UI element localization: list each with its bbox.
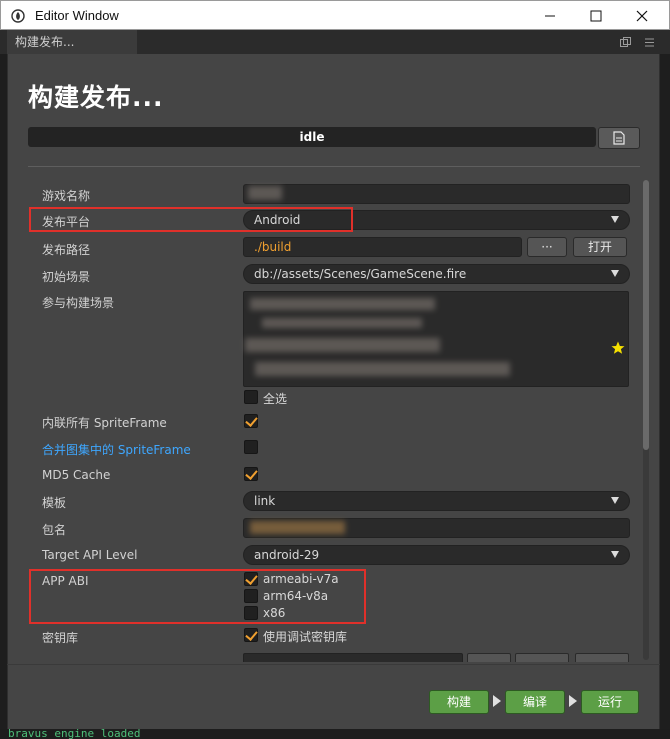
- tab-strip: 构建发布...: [0, 30, 670, 54]
- keystore-open-button[interactable]: [515, 653, 569, 662]
- keystore-path-row: [29, 652, 641, 662]
- console-output: bravus engine loaded: [0, 729, 670, 739]
- target-api-select[interactable]: android-29: [243, 545, 630, 565]
- inline-spriteframe-checkbox[interactable]: [244, 414, 258, 428]
- scene-list-item[interactable]: [245, 338, 440, 352]
- chevron-down-icon: [611, 497, 619, 504]
- start-scene-value: db://assets/Scenes/GameScene.fire: [254, 267, 467, 281]
- window-title: Editor Window: [35, 8, 119, 23]
- template-select[interactable]: link: [243, 491, 630, 511]
- star-icon[interactable]: [611, 341, 625, 355]
- build-path-input[interactable]: ./build: [243, 237, 522, 257]
- scene-list-item[interactable]: [255, 362, 510, 376]
- package-name-label: 包名: [42, 523, 67, 537]
- use-debug-keystore-checkbox[interactable]: [244, 628, 258, 642]
- footer-divider: [7, 664, 660, 665]
- game-name-label: 游戏名称: [42, 189, 91, 203]
- use-debug-keystore-label: 使用调试密钥库: [263, 630, 348, 644]
- keystore-label: 密钥库: [42, 631, 79, 645]
- scene-list-item[interactable]: [262, 318, 422, 328]
- tab-build[interactable]: 构建发布...: [7, 30, 137, 54]
- open-log-button[interactable]: [598, 127, 640, 149]
- md5-cache-checkbox[interactable]: [244, 467, 258, 481]
- md5-cache-label: MD5 Cache: [42, 468, 111, 482]
- popout-icon[interactable]: [620, 37, 631, 48]
- build-button[interactable]: 构建: [429, 690, 489, 714]
- inline-spriteframe-label: 内联所有 SpriteFrame: [42, 416, 167, 430]
- build-progress-bar: idle: [28, 127, 596, 147]
- scene-list-item[interactable]: [250, 298, 435, 310]
- select-all-checkbox[interactable]: [244, 390, 258, 404]
- template-label: 模板: [42, 496, 67, 510]
- run-button[interactable]: 运行: [581, 690, 639, 714]
- start-scene-select[interactable]: db://assets/Scenes/GameScene.fire: [243, 264, 630, 284]
- arrow-right-icon: [493, 695, 501, 707]
- redacted-blur: [250, 521, 345, 534]
- included-scenes-label: 参与构建场景: [42, 296, 115, 310]
- window-titlebar: Editor Window: [0, 0, 670, 30]
- target-api-value: android-29: [254, 548, 320, 562]
- game-name-input[interactable]: [243, 184, 630, 204]
- maximize-icon[interactable]: [573, 1, 619, 30]
- chevron-down-icon: [611, 551, 619, 558]
- target-api-label: Target API Level: [42, 548, 138, 562]
- highlight-box-platform: [29, 207, 353, 232]
- keystore-browse-button[interactable]: [467, 653, 511, 662]
- keystore-path-input[interactable]: [243, 653, 463, 662]
- browse-button[interactable]: ···: [527, 237, 567, 257]
- start-scene-label: 初始场景: [42, 270, 91, 284]
- highlight-box-abi: [29, 569, 366, 624]
- merge-spriteframe-label: 合并图集中的 SpriteFrame: [42, 443, 191, 457]
- minimize-icon[interactable]: [527, 1, 573, 30]
- document-icon: [613, 131, 625, 145]
- redacted-blur: [248, 186, 282, 200]
- close-icon[interactable]: [619, 1, 665, 30]
- chevron-down-icon: [611, 270, 619, 277]
- progress-status: idle: [299, 130, 325, 144]
- keystore-new-button[interactable]: [575, 653, 629, 662]
- menu-icon[interactable]: [644, 37, 655, 48]
- arrow-right-icon: [569, 695, 577, 707]
- scrollbar-thumb[interactable]: [643, 180, 649, 450]
- chevron-down-icon: [611, 216, 619, 223]
- page-title: 构建发布...: [28, 83, 164, 112]
- template-value: link: [254, 494, 276, 508]
- select-all-label: 全选: [263, 392, 288, 406]
- divider: [28, 166, 640, 167]
- app-icon: [11, 9, 25, 23]
- build-path-label: 发布路径: [42, 243, 91, 257]
- merge-spriteframe-checkbox[interactable]: [244, 440, 258, 454]
- open-folder-button[interactable]: 打开: [573, 237, 627, 257]
- compile-button[interactable]: 编译: [505, 690, 565, 714]
